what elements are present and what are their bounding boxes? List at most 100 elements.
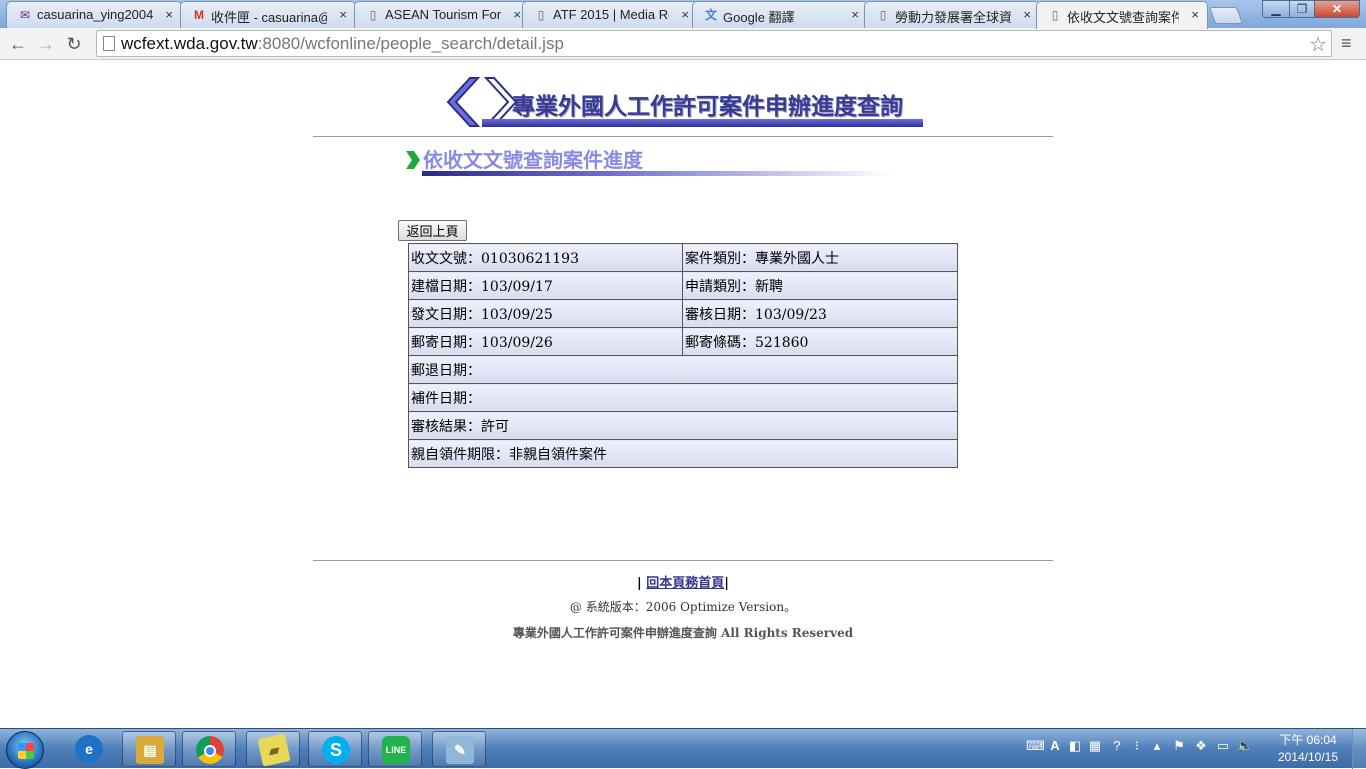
table-row: 建檔日期：103/09/17 申請類別：新聘 xyxy=(408,271,958,300)
tab-label: 收件匣 - casuarina@s xyxy=(211,10,327,25)
line-icon: LINE xyxy=(382,736,410,764)
taskbar-notepad[interactable]: ✎ xyxy=(432,731,486,767)
receipt-number-cell: 收文文號：01030621193 xyxy=(408,243,683,272)
case-category-cell: 案件類別：專業外國人士 xyxy=(682,243,958,272)
windows-taskbar: e ▤ ▰ S LINE ✎ ⌨ A ◧ ▦ ? ⁝ ▴ ⚑ ❖ ▭ 🔈 下午 … xyxy=(0,728,1366,769)
close-icon[interactable]: × xyxy=(339,7,347,22)
taskbar-sticky-notes[interactable]: ▰ xyxy=(246,731,300,767)
tab-asean-tourism[interactable]: ▯ ASEAN Tourism Foru × xyxy=(354,1,530,28)
dropbox-icon[interactable]: ❖ xyxy=(1192,735,1210,757)
tab-label: 勞動力發展署全球資訊 xyxy=(895,10,1011,25)
bookmark-star-icon[interactable]: ☆ xyxy=(1309,32,1327,57)
sticky-notes-icon: ▰ xyxy=(257,733,291,767)
gmail-icon: M xyxy=(194,8,204,22)
supplement-date-cell: 補件日期： xyxy=(408,383,958,412)
banner-underline xyxy=(482,119,923,127)
table-row: 發文日期：103/09/25 審核日期：103/09/23 xyxy=(408,299,958,328)
maximize-button[interactable]: ❐ xyxy=(1289,0,1315,18)
half-width-icon[interactable]: ◧ xyxy=(1066,735,1084,757)
page-icon xyxy=(103,36,115,51)
google-translate-icon: 文 xyxy=(704,8,717,22)
returned-mail-date-cell: 郵退日期： xyxy=(408,355,958,384)
show-hidden-icons-icon[interactable]: ▴ xyxy=(1148,735,1166,757)
review-date-cell: 審核日期：103/09/23 xyxy=(682,299,958,328)
clock-date: 2014/10/15 xyxy=(1277,750,1339,764)
page-icon: ▯ xyxy=(879,8,887,22)
volume-icon[interactable]: 🔈 xyxy=(1236,735,1254,757)
clock-time: 下午 06:04 xyxy=(1279,733,1337,747)
close-icon[interactable]: × xyxy=(165,7,173,22)
table-row: 郵退日期： xyxy=(408,355,958,384)
divider-top xyxy=(313,136,1053,137)
ime-pad-icon[interactable]: ▦ xyxy=(1086,735,1104,757)
close-icon[interactable]: × xyxy=(1023,7,1031,22)
tab-active-case-search[interactable]: ▯ 依收文文號查詢案件進 × xyxy=(1036,1,1208,29)
footer-nav: | 回本頁務首頁| xyxy=(0,572,1366,591)
yahoo-mail-icon: ✉ xyxy=(19,8,31,22)
pickup-deadline-cell: 親自領件期限：非親自領件案件 xyxy=(408,439,958,468)
new-tab-button[interactable] xyxy=(1208,7,1244,24)
show-desktop-button[interactable] xyxy=(1352,729,1366,769)
browser-tab-strip: ✉ casuarina_ying2004 - × M 收件匣 - casuari… xyxy=(0,0,1366,29)
taskbar-line[interactable]: LINE xyxy=(368,731,422,767)
browser-toolbar: ← → ↻ wcfext.wda.gov.tw:8080/wcfonline/p… xyxy=(0,28,1366,60)
footer-separator: | xyxy=(724,576,729,591)
close-icon[interactable]: × xyxy=(851,7,859,22)
tab-label: casuarina_ying2004 - xyxy=(37,7,153,22)
minimize-button[interactable]: ▁ xyxy=(1262,0,1290,18)
issue-date-cell: 發文日期：103/09/25 xyxy=(408,299,683,328)
address-bar[interactable]: wcfext.wda.gov.tw:8080/wcfonline/people_… xyxy=(96,30,1332,57)
copyright: 專業外國人工作許可案件申辦進度查詢 All Rights Reserved xyxy=(512,626,854,640)
tab-label: 依收文文號查詢案件進 xyxy=(1067,10,1179,25)
forward-arrow-icon[interactable]: → xyxy=(34,32,58,56)
page-icon: ▯ xyxy=(369,8,377,22)
help-icon[interactable]: ? xyxy=(1108,735,1126,757)
network-icon[interactable]: ▭ xyxy=(1214,735,1232,757)
url-text[interactable]: wcfext.wda.gov.tw:8080/wcfonline/people_… xyxy=(121,34,564,54)
review-result-cell: 審核結果：許可 xyxy=(408,411,958,440)
home-link[interactable]: 回本頁務首頁 xyxy=(646,576,724,591)
start-button[interactable] xyxy=(6,731,44,769)
tab-label: ASEAN Tourism Foru xyxy=(385,7,501,22)
close-icon[interactable]: × xyxy=(513,7,521,22)
action-center-flag-icon[interactable]: ⚑ xyxy=(1170,735,1188,757)
table-row: 審核結果：許可 xyxy=(408,411,958,440)
tab-google-translate[interactable]: 文 Google 翻譯 × xyxy=(692,1,868,28)
web-page: 專業外國人工作許可案件申辦進度查詢 依收文文號查詢案件進度 返回上頁 收文文號：… xyxy=(0,61,1366,727)
window-close-button[interactable]: ✕ xyxy=(1314,0,1360,18)
green-arrow-icon xyxy=(406,151,420,169)
page-subtitle: 依收文文號查詢案件進度 xyxy=(423,148,643,172)
tab-atf-media[interactable]: ▯ ATF 2015 | Media Re × xyxy=(522,1,698,28)
table-row: 親自領件期限：非親自領件案件 xyxy=(408,439,958,468)
system-clock[interactable]: 下午 06:04 2014/10/15 xyxy=(1270,732,1346,766)
menu-icon[interactable]: ≡ xyxy=(1341,33,1357,53)
page-icon: ▯ xyxy=(1051,8,1059,22)
mailing-date-cell: 郵寄日期：103/09/26 xyxy=(408,327,683,356)
taskbar-chrome[interactable] xyxy=(182,731,236,767)
filing-date-cell: 建檔日期：103/09/17 xyxy=(408,271,683,300)
banner-title: 專業外國人工作許可案件申辦進度查詢 xyxy=(512,94,903,120)
taskbar-ie[interactable]: e xyxy=(62,731,116,767)
table-row: 補件日期： xyxy=(408,383,958,412)
back-button[interactable]: 返回上頁 xyxy=(398,220,467,241)
taskbar-file-explorer[interactable]: ▤ xyxy=(122,731,176,767)
notepad-icon: ✎ xyxy=(446,736,474,764)
application-type-cell: 申請類別：新聘 xyxy=(682,271,958,300)
page-icon: ▯ xyxy=(537,8,545,22)
tab-gmail[interactable]: M 收件匣 - casuarina@s × xyxy=(180,1,356,28)
ime-icon[interactable]: ⌨ xyxy=(1026,735,1045,757)
system-version: @ 系統版本：2006 Optimize Version。 xyxy=(569,600,797,614)
tab-yahoo-mail[interactable]: ✉ casuarina_ying2004 - × xyxy=(6,1,182,28)
subtitle-underline xyxy=(422,171,892,176)
ime-options-icon[interactable]: ⁝ xyxy=(1128,735,1146,757)
font-a-icon[interactable]: A xyxy=(1046,735,1064,757)
close-icon[interactable]: × xyxy=(681,7,689,22)
tab-label: Google 翻譯 xyxy=(723,10,795,25)
tab-wda[interactable]: ▯ 勞動力發展署全球資訊 × xyxy=(864,1,1040,28)
back-arrow-icon[interactable]: ← xyxy=(6,32,30,56)
case-detail-table: 收文文號：01030621193 案件類別：專業外國人士 建檔日期：103/09… xyxy=(408,243,958,468)
close-icon[interactable]: × xyxy=(1191,7,1199,22)
taskbar-skype[interactable]: S xyxy=(308,731,362,767)
table-row: 郵寄日期：103/09/26 郵寄條碼：521860 xyxy=(408,327,958,356)
reload-icon[interactable]: ↻ xyxy=(62,32,86,56)
